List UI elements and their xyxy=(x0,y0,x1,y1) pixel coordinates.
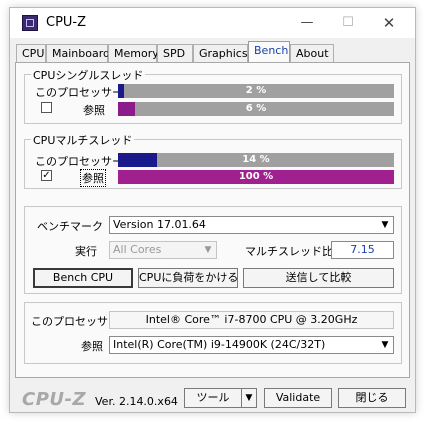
bench-cpu-button[interactable]: Bench CPU xyxy=(33,268,133,288)
processor-this-label: このプロセッサー xyxy=(31,315,119,328)
benchmark-label: ベンチマーク xyxy=(37,220,103,233)
tab-bench[interactable]: Bench xyxy=(248,41,290,63)
title-bar: CPU-Z — ☐ ✕ xyxy=(10,8,415,38)
processor-ref-select[interactable]: Intel(R) Core(TM) i9-14900K (24C/32T) ▼ xyxy=(109,336,394,354)
multi-this-label: このプロセッサー xyxy=(35,155,123,168)
processor-ref-label: 参照 xyxy=(81,340,103,353)
bench-panel: CPUシングルスレッド このプロセッサー 2 % 参照 6 % CPUマルチスレ… xyxy=(15,62,410,378)
maximize-button[interactable]: ☐ xyxy=(333,13,363,33)
tab-spd[interactable]: SPD xyxy=(157,44,193,62)
chevron-down-icon: ▼ xyxy=(204,245,212,255)
chevron-down-icon: ▼ xyxy=(381,340,389,350)
single-this-label: このプロセッサー xyxy=(35,86,123,99)
validate-button[interactable]: Validate xyxy=(264,388,332,408)
tab-cpu[interactable]: CPU xyxy=(16,44,46,62)
single-ref-pct: 6 % xyxy=(245,103,267,114)
single-ref-checkbox[interactable] xyxy=(41,102,52,113)
single-thread-group: CPUシングルスレッド このプロセッサー 2 % 参照 6 % xyxy=(24,67,402,124)
tools-button[interactable]: ツール xyxy=(184,388,242,408)
multi-ref-bar: 100 % xyxy=(118,170,394,184)
single-this-pct: 2 % xyxy=(245,85,267,96)
tab-mainboard[interactable]: Mainboard xyxy=(46,44,110,62)
processor-group: このプロセッサー Intel® Core™ i7-8700 CPU @ 3.20… xyxy=(24,302,402,364)
stress-cpu-button[interactable]: CPUに負荷をかける xyxy=(138,268,238,288)
multi-ref-pct: 100 % xyxy=(238,171,274,182)
multi-thread-label: CPUマルチスレッド xyxy=(31,132,135,148)
multithread-ratio-value: 7.15 xyxy=(331,241,394,259)
bench-controls-group: ベンチマーク Version 17.01.64 ▼ 実行 All Cores ▼… xyxy=(24,206,402,294)
processor-this-value: Intel® Core™ i7-8700 CPU @ 3.20GHz xyxy=(109,311,394,329)
tab-memory[interactable]: Memory xyxy=(108,44,159,62)
single-ref-bar: 6 % xyxy=(118,102,394,116)
run-cores-value: All Cores xyxy=(113,243,162,256)
tab-graphics[interactable]: Graphics xyxy=(193,44,248,62)
processor-ref-value: Intel(R) Core(TM) i9-14900K (24C/32T) xyxy=(113,338,326,351)
multi-ref-label: 参照 xyxy=(80,169,106,187)
single-this-bar: 2 % xyxy=(118,84,394,98)
multithread-ratio-label: マルチスレッド比 xyxy=(245,245,333,258)
multi-thread-group: CPUマルチスレッド このプロセッサー 14 % ✓ 参照 100 % xyxy=(24,132,402,189)
single-ref-label: 参照 xyxy=(83,104,105,117)
tab-about[interactable]: About xyxy=(290,44,334,62)
version-label: Ver. 2.14.0.x64 xyxy=(95,395,178,408)
multi-ref-checkbox[interactable]: ✓ xyxy=(41,170,52,181)
benchmark-version-select[interactable]: Version 17.01.64 ▼ xyxy=(109,216,394,234)
run-label: 実行 xyxy=(75,245,97,258)
multi-this-pct: 14 % xyxy=(242,154,270,165)
tools-dropdown-button[interactable]: ▼ xyxy=(241,388,257,408)
benchmark-version-value: Version 17.01.64 xyxy=(113,218,206,231)
minimize-button[interactable]: — xyxy=(292,13,322,33)
cpuz-logo: CPU-Z xyxy=(22,389,87,410)
window-title: CPU-Z xyxy=(46,15,87,30)
close-button[interactable]: 閉じる xyxy=(338,388,406,408)
multi-this-bar: 14 % xyxy=(118,153,394,167)
close-window-button[interactable]: ✕ xyxy=(374,13,404,33)
run-cores-select[interactable]: All Cores ▼ xyxy=(109,241,217,259)
cpuz-window: CPU-Z — ☐ ✕ CPU Mainboard Memory SPD Gra… xyxy=(9,7,416,413)
cpuz-app-icon xyxy=(22,15,38,31)
chevron-down-icon: ▼ xyxy=(381,220,389,230)
submit-compare-button[interactable]: 送信して比較 xyxy=(243,268,394,288)
single-thread-label: CPUシングルスレッド xyxy=(31,67,146,83)
